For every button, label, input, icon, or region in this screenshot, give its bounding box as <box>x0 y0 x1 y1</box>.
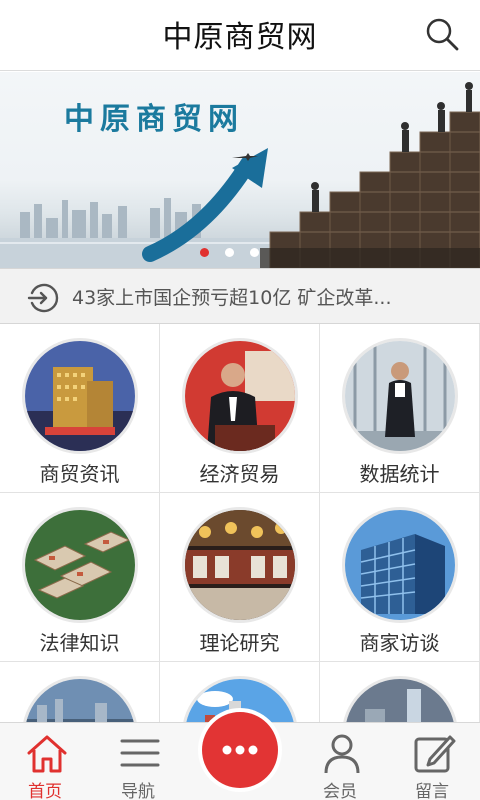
menu-icon <box>120 739 160 767</box>
more-icon <box>222 745 258 755</box>
nav-navigation[interactable]: 导航 <box>98 723 178 800</box>
commerce-news-icon <box>22 338 138 454</box>
user-icon <box>324 734 360 774</box>
nav-message[interactable]: 留言 <box>392 723 472 800</box>
data-statistics-icon <box>342 338 458 454</box>
edit-icon <box>414 735 456 773</box>
category-label: 理论研究 <box>199 631 280 655</box>
news-ticker[interactable]: 43家上市国企预亏超10亿 矿企改革... <box>0 268 480 324</box>
category-label: 经济贸易 <box>199 462 280 486</box>
economy-trade-icon <box>182 338 298 454</box>
category-grid: 商贸资讯 经济贸易 数据统计 法律知识 理论研究 商家访谈 <box>0 324 480 800</box>
category-merchant-interview[interactable]: 商家访谈 <box>320 493 480 662</box>
search-icon[interactable] <box>422 14 462 54</box>
more-button[interactable] <box>202 712 278 788</box>
carousel-dot[interactable] <box>250 248 259 257</box>
page-title: 中原商贸网 <box>162 20 318 55</box>
app-header: 中原商贸网 <box>0 0 480 71</box>
banner-carousel[interactable]: 中原商贸网 <box>0 72 480 268</box>
merchant-interview-icon <box>342 507 458 623</box>
category-label: 商贸资讯 <box>39 462 120 486</box>
carousel-dot[interactable] <box>225 248 234 257</box>
category-law-knowledge[interactable]: 法律知识 <box>0 493 160 662</box>
nav-member[interactable]: 会员 <box>300 723 380 800</box>
law-knowledge-icon <box>22 507 138 623</box>
nav-home[interactable]: 首页 <box>5 723 85 800</box>
category-label: 数据统计 <box>359 462 440 486</box>
nav-label: 会员 <box>323 782 357 800</box>
nav-label: 导航 <box>121 782 155 800</box>
category-economy-trade[interactable]: 经济贸易 <box>160 324 320 493</box>
carousel-dot[interactable] <box>200 248 209 257</box>
nav-label: 留言 <box>415 782 449 800</box>
category-data-statistics[interactable]: 数据统计 <box>320 324 480 493</box>
carousel-indicator <box>200 248 259 257</box>
news-headline[interactable]: 43家上市国企预亏超10亿 矿企改革... <box>72 283 392 310</box>
category-theory-research[interactable]: 理论研究 <box>160 493 320 662</box>
banner-title: 中原商贸网 <box>64 102 244 137</box>
nav-label: 首页 <box>28 782 62 800</box>
category-label: 商家访谈 <box>359 631 440 655</box>
category-commerce-news[interactable]: 商贸资讯 <box>0 324 160 493</box>
category-label: 法律知识 <box>39 631 120 655</box>
home-icon <box>27 735 67 773</box>
theory-research-icon <box>182 507 298 623</box>
refresh-icon <box>27 283 59 313</box>
